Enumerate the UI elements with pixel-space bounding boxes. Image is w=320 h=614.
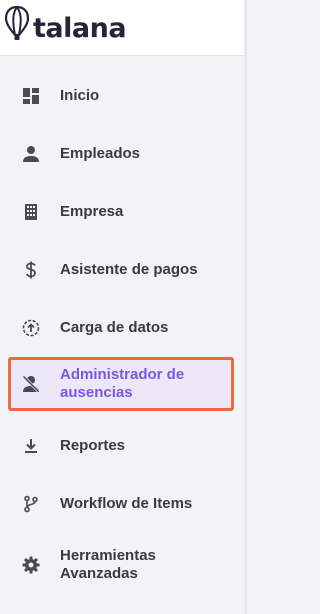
sidebar-item-label: Herramientas Avanzadas [60,547,156,582]
brand-name: talana [33,12,127,44]
sidebar-item-label: Asistente de pagos [60,261,198,278]
sidebar-item-carga-de-datos[interactable]: Carga de datos [8,313,234,343]
gear-icon [20,554,42,576]
sidebar-item-empleados[interactable]: Empleados [8,139,234,169]
dollar-icon [20,259,42,281]
sidebar-item-workflow-de-items[interactable]: Workflow de Items [8,489,234,519]
sidebar-item-label: Empleados [60,145,141,162]
sidebar-item-reportes[interactable]: Reportes [8,431,234,461]
sidebar-item-label: Inicio [60,87,100,104]
sidebar-item-label: Carga de datos [60,319,169,336]
upload-circle-icon [20,317,42,339]
sidebar-item-label: Empresa [60,203,124,220]
brand-logo[interactable]: talana [4,5,127,50]
sidebar-item-administrador-de-ausencias[interactable]: Administrador de ausencias [8,357,234,411]
balloon-icon [4,5,30,50]
person-icon [20,143,42,165]
sidebar-border [244,0,247,614]
dashboard-icon [20,85,42,107]
person-off-icon [20,373,42,395]
sidebar-item-label: Workflow de Items [60,495,193,512]
branch-icon [20,493,42,515]
sidebar-item-asistente-de-pagos[interactable]: Asistente de pagos [8,255,234,285]
sidebar-item-herramientas-avanzadas[interactable]: Herramientas Avanzadas [8,545,234,585]
app-header: talana [0,0,247,56]
building-icon [20,201,42,223]
sidebar-item-label: Administrador de ausencias [60,366,185,401]
sidebar-item-label: Reportes [60,437,126,454]
sidebar-item-empresa[interactable]: Empresa [8,197,234,227]
sidebar-item-inicio[interactable]: Inicio [8,81,234,111]
download-icon [20,435,42,457]
